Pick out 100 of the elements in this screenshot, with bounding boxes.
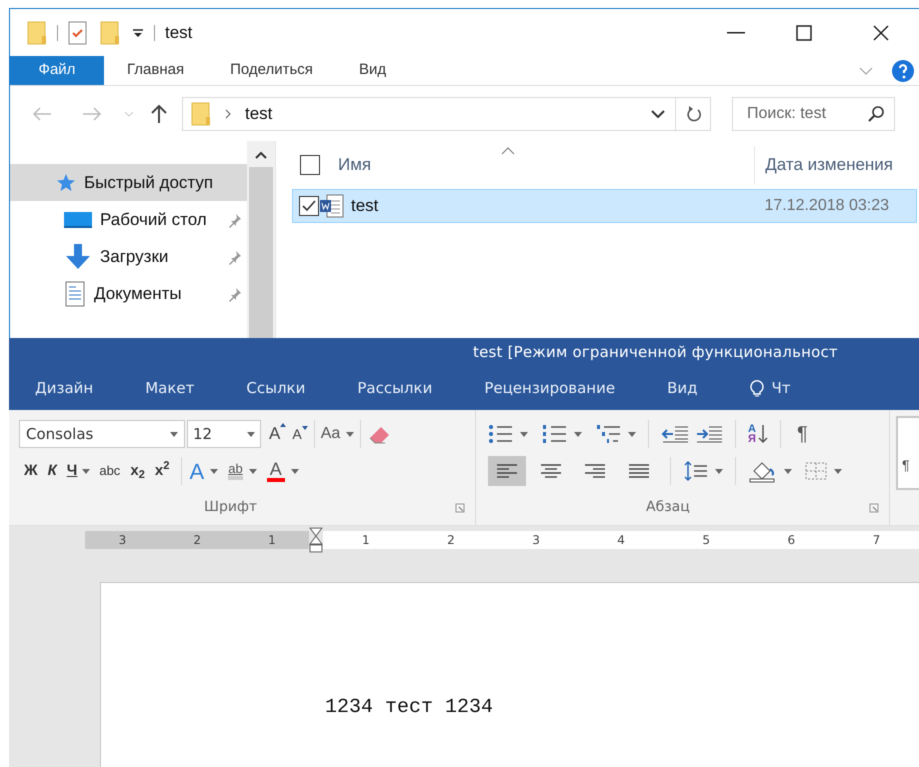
pin-icon[interactable] xyxy=(227,286,243,302)
indent-marker-icon[interactable] xyxy=(309,527,324,553)
ribbon-tab[interactable]: Дизайн xyxy=(23,376,106,400)
format-button[interactable]: Ж xyxy=(19,458,43,484)
column-header[interactable]: Дата изменения xyxy=(765,152,893,178)
style-preview[interactable]: ¶ xyxy=(896,416,919,490)
ribbon-tab[interactable]: Файл xyxy=(10,56,104,85)
caret-icon xyxy=(628,432,636,436)
chevron-down-icon[interactable] xyxy=(651,110,665,118)
ruler-number: 5 xyxy=(702,532,710,549)
caret-icon xyxy=(715,468,723,474)
sidebar-item[interactable]: Быстрый доступ xyxy=(10,164,247,201)
caret-icon xyxy=(784,468,792,474)
text-effects-button[interactable]: A xyxy=(188,454,220,488)
down-arrow-icon xyxy=(758,424,768,444)
column-header[interactable]: Имя xyxy=(338,152,372,178)
sort-button[interactable]: А Я xyxy=(748,424,768,444)
numbered-list-icon[interactable] xyxy=(542,424,568,444)
multilevel-list-icon[interactable] xyxy=(596,424,622,444)
address-bar[interactable]: test xyxy=(182,96,711,130)
bullet-list-icon[interactable] xyxy=(488,424,514,444)
ribbon-tab[interactable]: Поделиться xyxy=(207,56,336,85)
align-icon xyxy=(627,463,651,479)
group-label: Шрифт xyxy=(204,498,258,517)
sidebar-item[interactable]: Загрузки xyxy=(10,238,247,275)
ribbon-tab[interactable]: Главная xyxy=(104,56,208,85)
close-icon xyxy=(873,24,889,40)
address-path: test xyxy=(245,102,272,125)
up-arrow-icon[interactable] xyxy=(150,104,168,124)
sort-up-icon xyxy=(501,147,515,155)
caret-icon xyxy=(82,468,90,474)
decrease-indent-icon[interactable] xyxy=(661,425,689,443)
chevron-right-icon xyxy=(225,108,231,118)
caret-icon xyxy=(210,468,218,474)
folder-icon xyxy=(27,20,47,44)
folder-icon xyxy=(100,20,120,44)
font-size-field[interactable]: 12 xyxy=(187,420,261,448)
document-text: 1234 тест 1234 xyxy=(325,696,494,719)
ribbon-tab[interactable]: Чт xyxy=(738,376,803,400)
align-button[interactable] xyxy=(488,456,526,486)
caret-icon xyxy=(520,432,528,436)
scrollbar-thumb[interactable] xyxy=(249,167,273,338)
caret-icon xyxy=(574,432,582,436)
ruler-number: 2 xyxy=(447,532,455,549)
select-all-checkbox[interactable] xyxy=(300,155,320,175)
line-spacing-icon[interactable] xyxy=(683,460,709,482)
document-icon xyxy=(64,280,86,306)
ruler-number: 1 xyxy=(362,532,370,549)
format-button[interactable]: К xyxy=(42,458,62,484)
ribbon-tab[interactable]: Ссылки xyxy=(234,376,318,400)
shrink-font-button[interactable]: A xyxy=(292,424,308,444)
pin-icon[interactable] xyxy=(227,248,243,264)
maximize-icon xyxy=(796,24,812,40)
format-button[interactable]: abc xyxy=(94,458,126,484)
align-icon xyxy=(539,463,563,479)
ruler-number: 2 xyxy=(193,532,202,549)
format-button[interactable]: x$_{2}$ xyxy=(125,458,150,484)
caret-icon xyxy=(346,432,354,436)
ruler-number: 6 xyxy=(787,532,796,549)
font-color-button[interactable]: A xyxy=(266,460,299,482)
caret-icon xyxy=(248,468,257,474)
ruler-number: 3 xyxy=(532,532,540,549)
window-title: test xyxy=(165,22,192,44)
dialog-launcher-icon[interactable] xyxy=(869,502,879,512)
caret-icon xyxy=(170,432,178,436)
caret-down-icon xyxy=(302,426,308,430)
sidebar-item[interactable]: Рабочий стол xyxy=(10,201,247,238)
ruler-number: 3 xyxy=(118,532,126,549)
ribbon-tab[interactable]: Вид xyxy=(655,376,710,400)
checklist-icon[interactable] xyxy=(68,20,88,44)
ribbon-tab[interactable]: Макет xyxy=(133,376,206,400)
help-icon[interactable] xyxy=(891,58,915,82)
lightbulb-icon xyxy=(750,379,764,397)
scroll-up-icon[interactable] xyxy=(255,151,267,159)
dropdown-icon[interactable] xyxy=(132,26,144,38)
caret-up-icon xyxy=(280,423,286,428)
show-marks-button[interactable]: ¶ xyxy=(796,419,808,449)
search-icon[interactable] xyxy=(867,104,885,122)
format-button[interactable]: Ч xyxy=(62,458,82,484)
increase-indent-icon[interactable] xyxy=(695,425,723,443)
file-row[interactable]: test 17.12.2018 03:23 xyxy=(292,189,917,223)
search-field[interactable]: Поиск: test xyxy=(732,96,895,130)
ribbon-tab[interactable]: Рассылки xyxy=(345,376,444,400)
ribbon-tab[interactable]: Рецензирование xyxy=(472,376,628,400)
word-document-icon xyxy=(319,193,345,219)
sidebar-item[interactable]: Документы xyxy=(10,275,247,312)
folder-icon xyxy=(191,102,211,126)
pin-icon[interactable] xyxy=(227,212,243,228)
highlight-button[interactable]: ab xyxy=(228,462,257,480)
download-arrow-icon xyxy=(64,244,92,270)
borders-icon[interactable] xyxy=(804,461,828,481)
font-field[interactable]: Consolas xyxy=(19,420,185,448)
dialog-launcher-icon[interactable] xyxy=(455,502,465,512)
format-button[interactable]: x$^{2}$ xyxy=(150,458,175,484)
ruler-number: 1 xyxy=(268,532,276,549)
change-case-button[interactable]: Aa xyxy=(320,422,354,446)
grow-font-button[interactable]: A xyxy=(269,421,286,447)
ribbon-tab[interactable]: Вид xyxy=(336,56,410,85)
caret-icon xyxy=(247,432,255,436)
row-checkbox[interactable] xyxy=(299,196,319,216)
